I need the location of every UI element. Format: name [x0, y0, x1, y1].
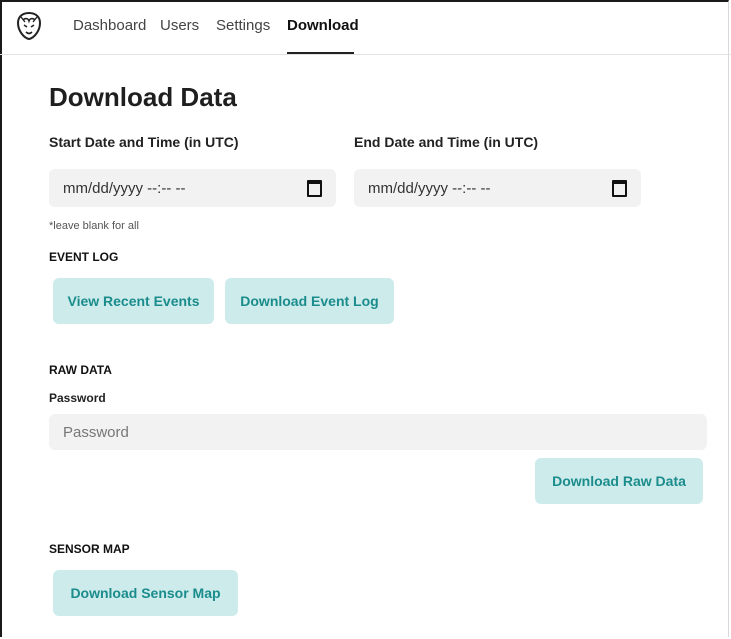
raw-data-heading: RAW DATA [49, 363, 112, 377]
nav-item-dashboard[interactable]: Dashboard [73, 17, 146, 34]
password-field[interactable]: Password [49, 414, 707, 450]
end-date-label: End Date and Time (in UTC) [354, 134, 539, 150]
nav-item-users[interactable]: Users [160, 17, 199, 34]
nav-item-settings[interactable]: Settings [216, 17, 270, 34]
top-nav: Dashboard Users Settings Download [0, 0, 731, 55]
sensor-map-heading: SENSOR MAP [49, 542, 130, 556]
nav-item-download[interactable]: Download [287, 17, 359, 34]
logo-icon [16, 11, 42, 41]
calendar-icon[interactable] [612, 179, 627, 197]
start-date-label: Start Date and Time (in UTC) [49, 134, 239, 150]
active-tab-indicator [287, 52, 354, 54]
download-raw-data-button[interactable]: Download Raw Data [535, 458, 703, 504]
blank-hint: *leave blank for all [49, 220, 139, 232]
download-event-log-button[interactable]: Download Event Log [225, 278, 394, 324]
event-log-heading: EVENT LOG [49, 250, 119, 264]
calendar-icon[interactable] [307, 179, 322, 197]
view-recent-events-button[interactable]: View Recent Events [53, 278, 214, 324]
page-title: Download Data [49, 82, 237, 112]
start-date-placeholder: mm/dd/yyyy --:-- -- [63, 179, 186, 197]
password-label: Password [49, 391, 106, 405]
end-date-placeholder: mm/dd/yyyy --:-- -- [368, 179, 491, 197]
download-sensor-map-button[interactable]: Download Sensor Map [53, 570, 238, 616]
password-placeholder: Password [63, 423, 129, 441]
end-date-input[interactable]: mm/dd/yyyy --:-- -- [354, 169, 641, 207]
start-date-input[interactable]: mm/dd/yyyy --:-- -- [49, 169, 336, 207]
